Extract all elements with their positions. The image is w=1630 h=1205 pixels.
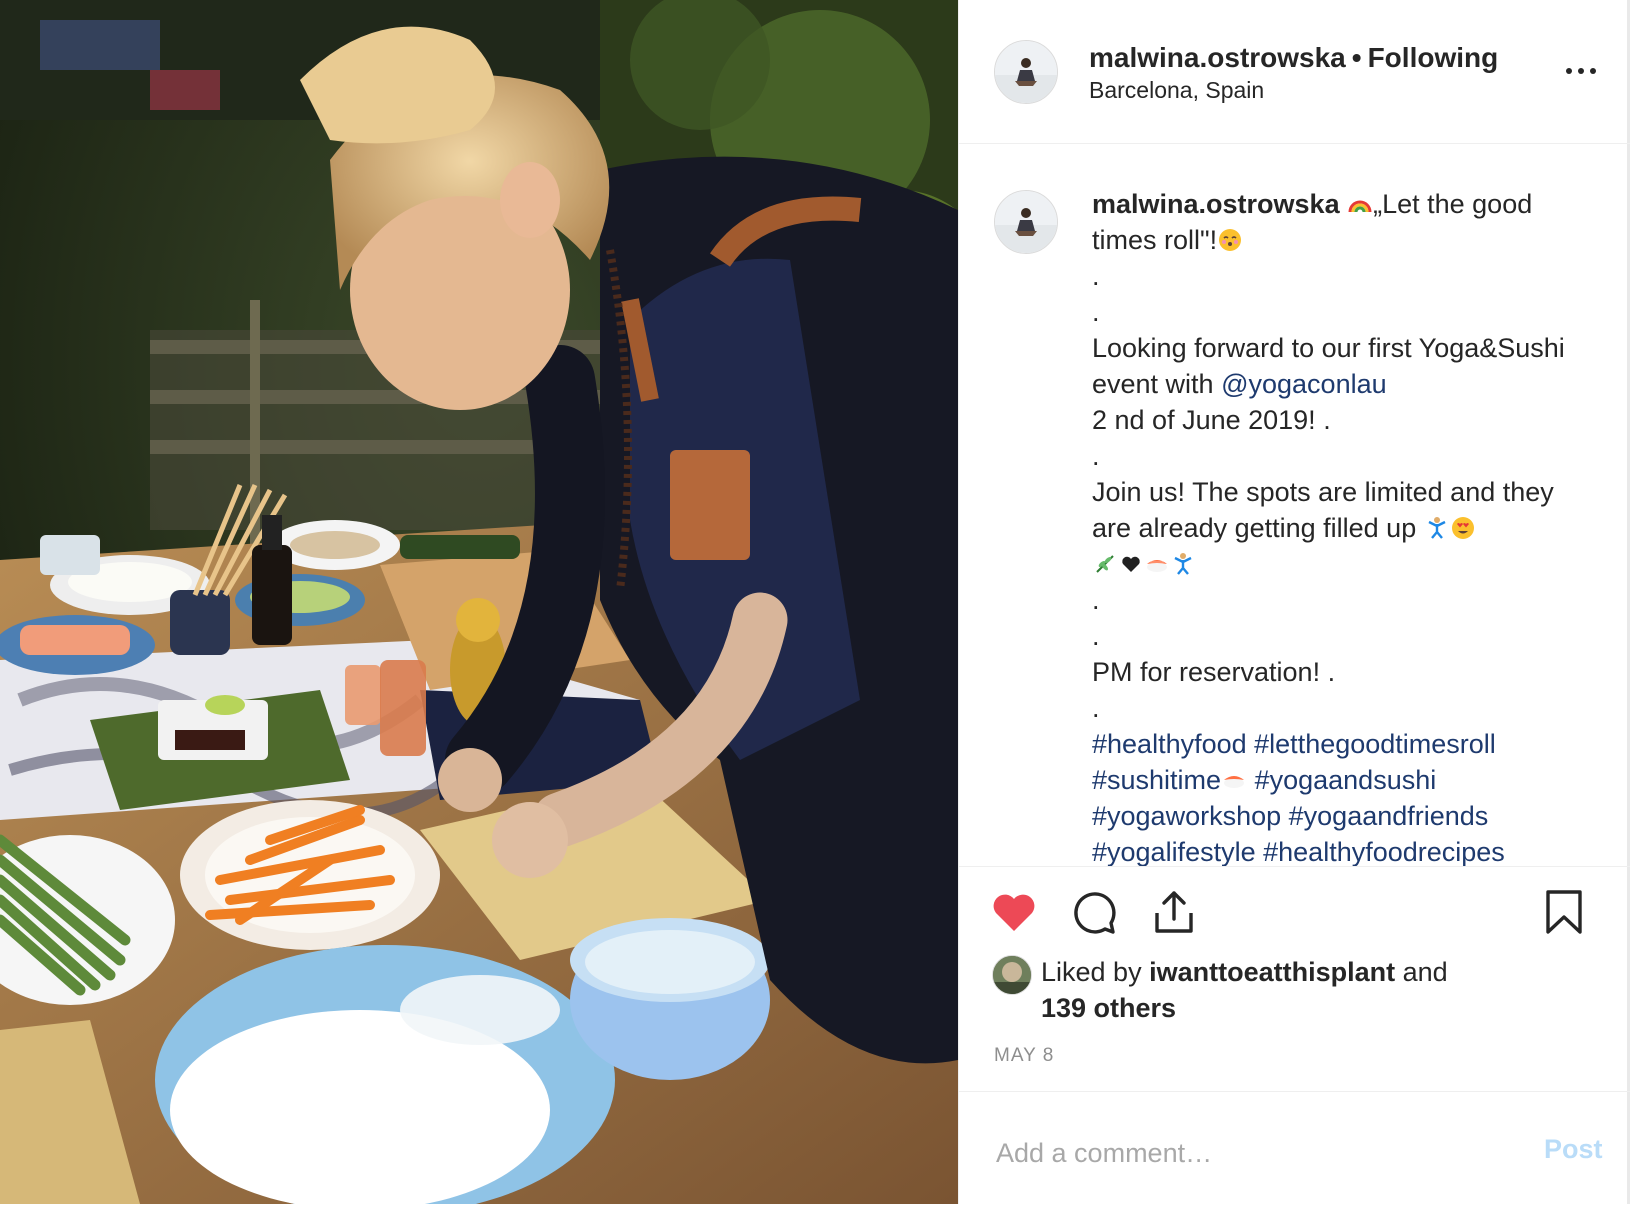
caption-dot-6: .: [1092, 693, 1100, 723]
caption-username[interactable]: malwina.ostrowska: [1092, 189, 1340, 219]
hashtag-link[interactable]: #healthyfoodrecipes: [1263, 837, 1505, 866]
post-photo[interactable]: [0, 0, 958, 1204]
caption-dot-1: .: [1092, 261, 1100, 291]
post-comment-button[interactable]: Post: [1544, 1134, 1603, 1165]
sushi-emoji-icon-2: [1222, 768, 1246, 792]
hashtag-link[interactable]: #sushitime: [1092, 765, 1221, 795]
comment-input[interactable]: [994, 1132, 1498, 1174]
caption-dot-2: .: [1092, 297, 1100, 327]
author-username[interactable]: malwina.ostrowska: [1089, 42, 1346, 73]
follow-status[interactable]: Following: [1368, 42, 1499, 73]
kissing-face-emoji-icon: [1218, 228, 1242, 252]
post-detail-panel: malwina.ostrowska • Following Barcelona, S…: [958, 0, 1630, 1204]
mention-link[interactable]: @yogaconlau: [1221, 369, 1387, 399]
comment-bubble-icon[interactable]: [1069, 887, 1119, 937]
comment-bar: Post: [959, 1091, 1630, 1205]
separator-dot: •: [1351, 42, 1362, 73]
caption-line3: 2 nd of June 2019! .: [1092, 405, 1331, 435]
likes-summary: Liked by iwanttoeatthisplant and 139 oth…: [1041, 954, 1561, 1026]
hashtag-link[interactable]: #yogaandsushi: [1255, 765, 1437, 795]
liker-avatar[interactable]: [992, 955, 1032, 995]
caption-text: malwina.ostrowska „Let the good times ro…: [1092, 186, 1592, 866]
post-location[interactable]: Barcelona, Spain: [1089, 77, 1264, 104]
caption-dot-4: .: [1092, 585, 1100, 615]
liker-username[interactable]: iwanttoeatthisplant: [1149, 957, 1395, 987]
liked-by-connector: and: [1402, 957, 1448, 987]
caption-scroll-area[interactable]: malwina.ostrowska „Let the good times ro…: [959, 144, 1630, 866]
rainbow-emoji-icon: [1348, 192, 1372, 216]
caption-line4: Join us! The spots are limited and they …: [1092, 477, 1554, 543]
hashtag-link[interactable]: #yogalifestyle: [1092, 837, 1256, 866]
header-user-line: malwina.ostrowska • Following: [1089, 42, 1498, 74]
herb-emoji-icon: [1093, 552, 1117, 576]
share-upload-icon[interactable]: [1149, 887, 1199, 937]
heart-filled-icon[interactable]: [989, 887, 1039, 937]
heart-eyes-emoji-icon: [1451, 516, 1475, 540]
hashtag-link[interactable]: #yogaworkshop: [1092, 801, 1281, 831]
bookmark-icon[interactable]: [1539, 887, 1589, 937]
post-header: malwina.ostrowska • Following Barcelona, S…: [959, 0, 1630, 144]
gymnast-emoji-icon-2: [1171, 552, 1195, 576]
liked-by-prefix: Liked by: [1041, 957, 1142, 987]
hashtag-link[interactable]: #yogaandfriends: [1289, 801, 1489, 831]
caption-author-avatar[interactable]: [994, 190, 1058, 254]
post-date[interactable]: MAY 8: [994, 1045, 1054, 1067]
more-options-icon[interactable]: [1561, 56, 1601, 86]
sushi-emoji-icon: [1145, 552, 1169, 576]
caption-dot-3: .: [1092, 441, 1100, 471]
caption-dot-5: .: [1092, 621, 1100, 651]
hashtag-link[interactable]: #healthyfood: [1092, 729, 1247, 759]
post-actions: Liked by iwanttoeatthisplant and 139 oth…: [959, 866, 1630, 1092]
black-heart-emoji-icon: [1119, 552, 1143, 576]
caption-line5: PM for reservation! .: [1092, 657, 1336, 687]
hashtag-link[interactable]: #letthegoodtimesroll: [1254, 729, 1496, 759]
gymnast-emoji-icon: [1425, 516, 1449, 540]
author-avatar[interactable]: [994, 40, 1058, 104]
others-count-link[interactable]: 139 others: [1041, 993, 1176, 1023]
